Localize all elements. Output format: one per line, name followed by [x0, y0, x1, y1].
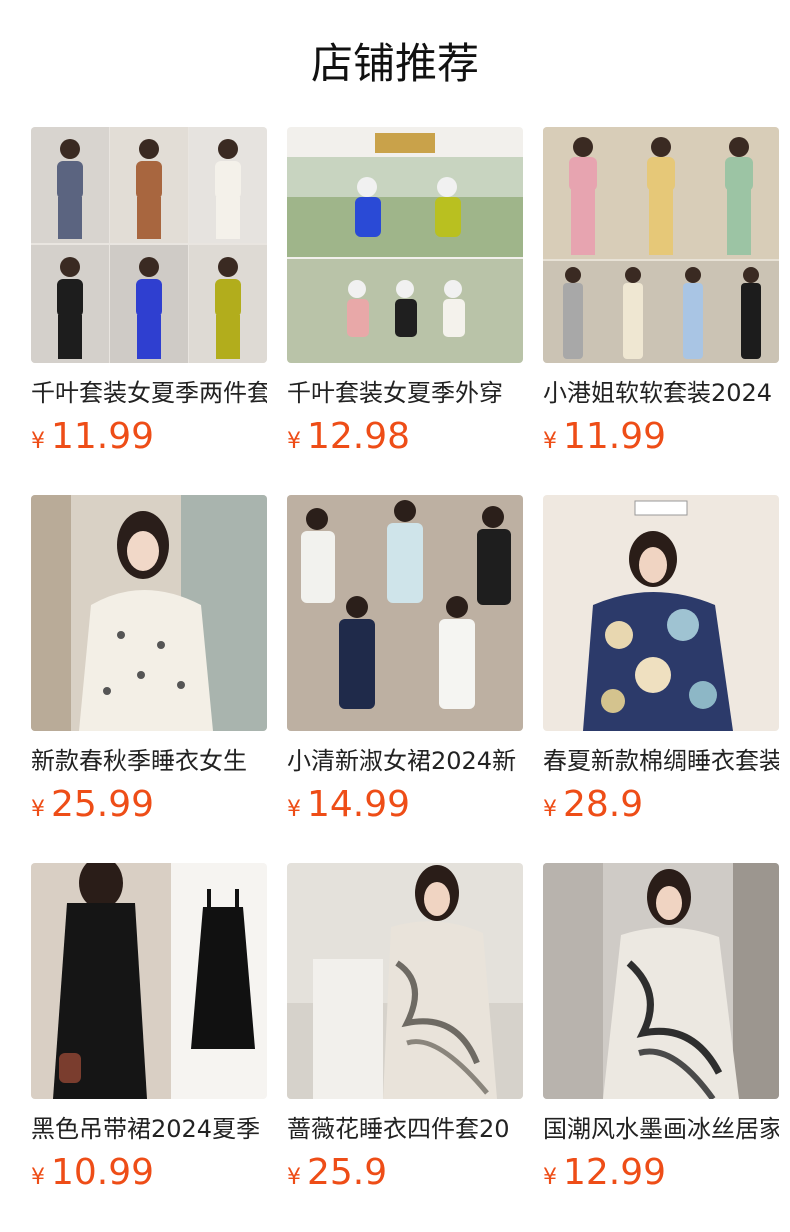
currency-symbol: ¥ [543, 797, 557, 822]
product-card[interactable]: 春夏新款棉绸睡衣套装 ¥28.9 [543, 495, 779, 835]
product-price: 11.99 [51, 416, 155, 457]
product-name[interactable]: 春夏新款棉绸睡衣套装 [543, 743, 779, 779]
price-row: ¥25.99 [31, 781, 154, 829]
currency-symbol: ¥ [31, 797, 45, 822]
product-price: 28.9 [563, 784, 644, 825]
section-title: 店铺推荐 [310, 39, 479, 88]
product-card[interactable]: 新款春秋季睡衣女生 ¥25.99 [31, 495, 267, 835]
price-row: ¥25.9 [287, 1149, 387, 1197]
product-image[interactable] [31, 863, 267, 1099]
product-name[interactable]: 黑色吊带裙2024夏季 [31, 1111, 267, 1147]
product-image[interactable] [287, 127, 523, 363]
product-price: 25.9 [307, 1152, 388, 1193]
product-card[interactable]: 国潮风水墨画冰丝居家 ¥12.99 [543, 863, 779, 1203]
product-card[interactable]: 小清新淑女裙2024新 ¥14.99 [287, 495, 523, 835]
currency-symbol: ¥ [31, 429, 45, 454]
product-name[interactable]: 千叶套装女夏季外穿 [287, 375, 523, 411]
price-row: ¥12.98 [287, 413, 410, 461]
product-price: 10.99 [51, 1152, 155, 1193]
product-price: 11.99 [563, 416, 667, 457]
product-card[interactable]: 黑色吊带裙2024夏季 ¥10.99 [31, 863, 267, 1203]
product-card[interactable]: 小港姐软软套装2024 ¥11.99 [543, 127, 779, 467]
product-image[interactable] [543, 495, 779, 731]
product-image[interactable] [31, 127, 267, 363]
product-price: 25.99 [51, 784, 155, 825]
price-row: ¥14.99 [287, 781, 410, 829]
product-card[interactable]: 蔷薇花睡衣四件套20 ¥25.9 [287, 863, 523, 1203]
product-image[interactable] [287, 863, 523, 1099]
store-recommendations-page: 店铺推荐 千叶套装女夏季两件套 ¥ 11.99 千叶套装女夏季外穿 ¥ 12.9… [0, 0, 790, 1232]
currency-symbol: ¥ [287, 1165, 301, 1190]
product-price: 12.99 [563, 1152, 667, 1193]
currency-symbol: ¥ [287, 429, 301, 454]
price-row: ¥28.9 [543, 781, 643, 829]
currency-symbol: ¥ [31, 1165, 45, 1190]
product-name[interactable]: 小清新淑女裙2024新 [287, 743, 523, 779]
product-price: 14.99 [307, 784, 411, 825]
currency-symbol: ¥ [287, 797, 301, 822]
product-name[interactable]: 国潮风水墨画冰丝居家 [543, 1111, 779, 1147]
currency-symbol: ¥ [543, 429, 557, 454]
product-name[interactable]: 千叶套装女夏季两件套 [31, 375, 267, 411]
price-row: ¥10.99 [31, 1149, 154, 1197]
product-image[interactable] [287, 495, 523, 731]
price-row: ¥12.99 [543, 1149, 666, 1197]
product-name[interactable]: 蔷薇花睡衣四件套20 [287, 1111, 523, 1147]
product-name[interactable]: 新款春秋季睡衣女生 [31, 743, 267, 779]
product-image[interactable] [31, 495, 267, 731]
currency-symbol: ¥ [543, 1165, 557, 1190]
product-name[interactable]: 小港姐软软套装2024 [543, 375, 779, 411]
product-card[interactable]: 千叶套装女夏季两件套 ¥11.99 [31, 127, 267, 467]
price-row: ¥11.99 [543, 413, 666, 461]
product-price: 12.98 [307, 416, 411, 457]
product-image[interactable] [543, 863, 779, 1099]
product-card[interactable]: 千叶套装女夏季外穿 ¥12.98 [287, 127, 523, 467]
product-image[interactable] [543, 127, 779, 363]
price-row: ¥11.99 [31, 413, 154, 461]
